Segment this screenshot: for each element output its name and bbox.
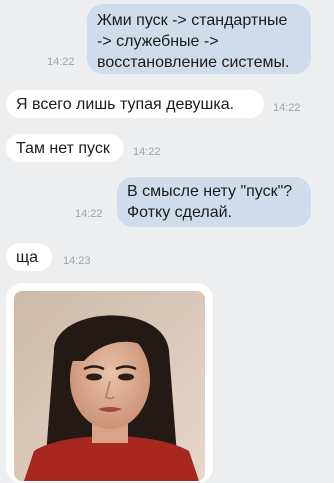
message-bubble-incoming[interactable]: ща (6, 243, 52, 271)
message-time: 14:22 (273, 102, 301, 114)
message-line: Там нет пуск (16, 140, 110, 157)
message-line: восстановление системы. (97, 54, 290, 71)
message-time: 14:22 (75, 208, 103, 220)
message-time: 14:22 (47, 56, 75, 68)
message-bubble-incoming[interactable]: Я всего лишь тупая девушка. (6, 90, 264, 118)
message-bubble-outgoing[interactable]: В смысле нету "пуск"? Фотку сделай. (117, 177, 311, 227)
message-line: -> служебные -> (97, 33, 219, 50)
message-line: Жми пуск -> стандартные (97, 12, 288, 29)
message-line: Я всего лишь тупая девушка. (16, 96, 235, 113)
photo-attachment[interactable] (6, 283, 213, 483)
message-line: В смысле нету "пуск"? (127, 183, 293, 200)
message-line: Фотку сделай. (127, 204, 232, 221)
message-line: ща (16, 249, 39, 266)
message-time: 14:22 (133, 146, 161, 158)
message-time: 14:23 (63, 255, 91, 267)
selfie-photo[interactable] (14, 291, 205, 481)
message-bubble-outgoing[interactable]: Жми пуск -> стандартные -> служебные -> … (87, 4, 311, 74)
message-bubble-incoming[interactable]: Там нет пуск (6, 134, 124, 162)
